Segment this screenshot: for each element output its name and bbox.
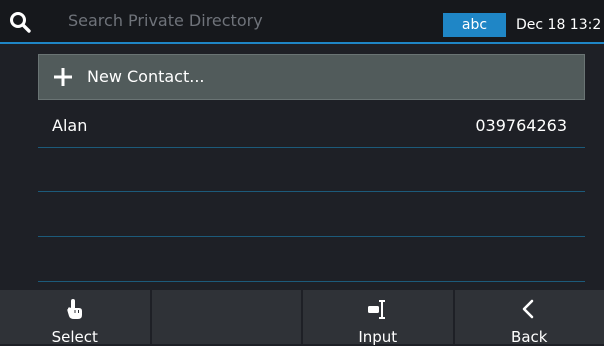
search-icon[interactable] [8, 10, 32, 34]
back-softkey[interactable]: Back [455, 290, 604, 344]
search-header: Search Private Directory abc Dec 18 13:2 [0, 0, 604, 44]
select-label: Select [0, 328, 150, 346]
hand-pointer-icon [64, 298, 86, 320]
list-divider [38, 281, 585, 282]
search-input[interactable]: Search Private Directory [68, 0, 263, 42]
input-softkey[interactable]: Input [303, 290, 455, 344]
new-contact-button[interactable]: New Contact... [38, 54, 585, 100]
list-divider [38, 236, 585, 237]
new-contact-label: New Contact... [87, 55, 205, 99]
list-divider [38, 191, 585, 192]
date-time: Dec 18 13:2 [516, 13, 601, 37]
input-mode-badge: abc [443, 13, 506, 37]
softkey-bar: Select Input Back [0, 290, 604, 344]
chevron-left-icon [518, 298, 540, 320]
contact-number: 039764263 [475, 104, 567, 148]
contact-row[interactable]: Alan 039764263 [38, 104, 585, 148]
contact-name: Alan [52, 104, 87, 148]
back-label: Back [455, 328, 604, 346]
text-cursor-icon [367, 298, 389, 320]
empty-softkey[interactable] [152, 290, 304, 344]
plus-icon [53, 67, 73, 87]
input-label: Input [303, 328, 453, 346]
select-softkey[interactable]: Select [0, 290, 152, 344]
